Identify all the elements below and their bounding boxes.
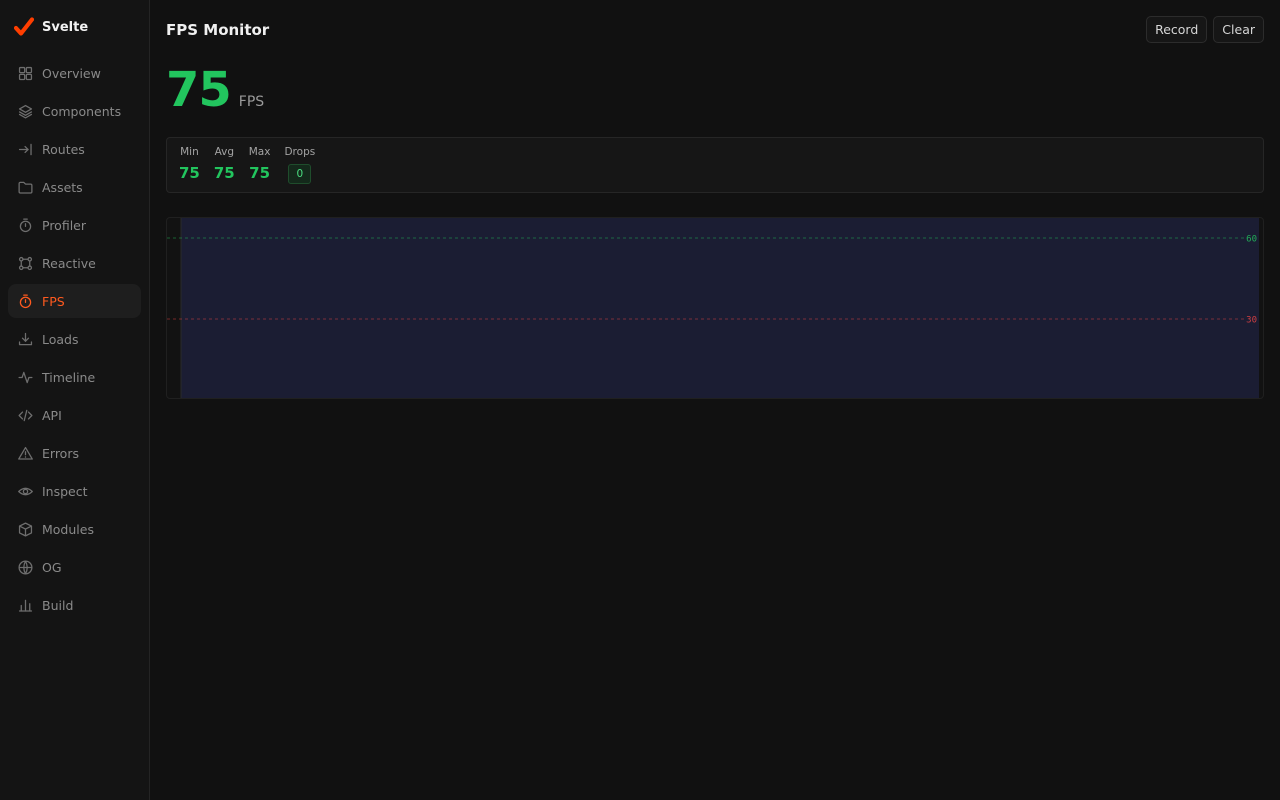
folder-icon [16, 178, 34, 196]
download-icon [16, 330, 34, 348]
bar-chart-icon [16, 596, 34, 614]
stat-max: Max 75 [249, 146, 271, 184]
code-icon [16, 406, 34, 424]
fps-chart-svg: 60 30 [167, 218, 1259, 398]
sidebar-item-errors[interactable]: Errors [8, 436, 141, 470]
app-root: Svelte Overview Components Routes Assets Pro… [0, 0, 1280, 800]
grid-icon [16, 64, 34, 82]
sidebar-item-build[interactable]: Build [8, 588, 141, 622]
main-content: FPS Monitor Record Clear 75 FPS Min 75 A… [150, 0, 1280, 800]
sidebar-item-components[interactable]: Components [8, 94, 141, 128]
activity-icon [16, 368, 34, 386]
sidebar-item-label: FPS [42, 293, 65, 309]
stopwatch-icon [16, 216, 34, 234]
sidebar-item-assets[interactable]: Assets [8, 170, 141, 204]
stat-avg: Avg 75 [214, 146, 235, 184]
package-icon [16, 520, 34, 538]
header-actions: Record Clear [1146, 16, 1264, 43]
fps-readout: 75 FPS [166, 59, 1264, 137]
sidebar-item-api[interactable]: API [8, 398, 141, 432]
timer-icon [16, 292, 34, 310]
stat-min-value: 75 [179, 164, 200, 182]
threshold-label-60: 60 [1246, 235, 1257, 245]
sidebar-item-label: Assets [42, 179, 83, 195]
sidebar-nav: Overview Components Routes Assets Profiler Re… [8, 56, 141, 622]
sidebar-item-label: Reactive [42, 255, 96, 271]
clear-button[interactable]: Clear [1213, 16, 1264, 43]
sidebar-item-label: Routes [42, 141, 85, 157]
sidebar-item-label: Inspect [42, 483, 88, 499]
drops-badge: 0 [288, 163, 312, 184]
globe-icon [16, 558, 34, 576]
sidebar-item-label: Overview [42, 65, 101, 81]
sidebar-item-label: Errors [42, 445, 79, 461]
fps-area-fill [181, 218, 1259, 398]
sidebar-item-og[interactable]: OG [8, 550, 141, 584]
brand-name: Svelte [42, 19, 89, 35]
sidebar-item-inspect[interactable]: Inspect [8, 474, 141, 508]
sidebar-item-label: Modules [42, 521, 94, 537]
eye-icon [16, 482, 34, 500]
nodes-icon [16, 254, 34, 272]
stat-avg-label: Avg [214, 146, 235, 158]
stat-max-label: Max [248, 146, 271, 158]
fps-chart: 60 30 [166, 217, 1264, 399]
sidebar: Svelte Overview Components Routes Assets Pro… [0, 0, 150, 800]
record-button[interactable]: Record [1146, 16, 1208, 43]
stat-avg-value: 75 [213, 164, 235, 182]
sidebar-item-label: API [42, 407, 62, 423]
svelte-logo-icon [14, 17, 34, 36]
fps-stats-card: Min 75 Avg 75 Max 75 Drops 0 [166, 137, 1264, 193]
sidebar-item-fps[interactable]: FPS [8, 284, 141, 318]
page-header: FPS Monitor Record Clear [166, 0, 1264, 59]
sidebar-item-timeline[interactable]: Timeline [8, 360, 141, 394]
sidebar-item-reactive[interactable]: Reactive [8, 246, 141, 280]
sidebar-item-profiler[interactable]: Profiler [8, 208, 141, 242]
sidebar-item-overview[interactable]: Overview [8, 56, 141, 90]
sidebar-item-label: Loads [42, 331, 79, 347]
page-title: FPS Monitor [166, 20, 270, 39]
route-arrow-icon [16, 140, 34, 158]
sidebar-item-label: Build [42, 597, 74, 613]
sidebar-item-routes[interactable]: Routes [8, 132, 141, 166]
stat-drops: Drops 0 [284, 146, 315, 184]
stat-min-label: Min [180, 146, 199, 158]
sidebar-item-loads[interactable]: Loads [8, 322, 141, 356]
sidebar-item-label: Profiler [42, 217, 87, 233]
sidebar-item-label: OG [42, 559, 62, 575]
brand[interactable]: Svelte [8, 0, 141, 54]
fps-current-value: 75 [166, 62, 232, 118]
stat-min: Min 75 [179, 146, 200, 184]
layers-icon [16, 102, 34, 120]
threshold-label-30: 30 [1246, 316, 1257, 326]
sidebar-item-modules[interactable]: Modules [8, 512, 141, 546]
fps-unit: FPS [238, 94, 265, 110]
stat-max-value: 75 [249, 164, 271, 182]
stat-drops-label: Drops [284, 146, 316, 158]
sidebar-item-label: Timeline [42, 369, 96, 385]
sidebar-item-label: Components [42, 103, 122, 119]
warning-icon [16, 444, 34, 462]
